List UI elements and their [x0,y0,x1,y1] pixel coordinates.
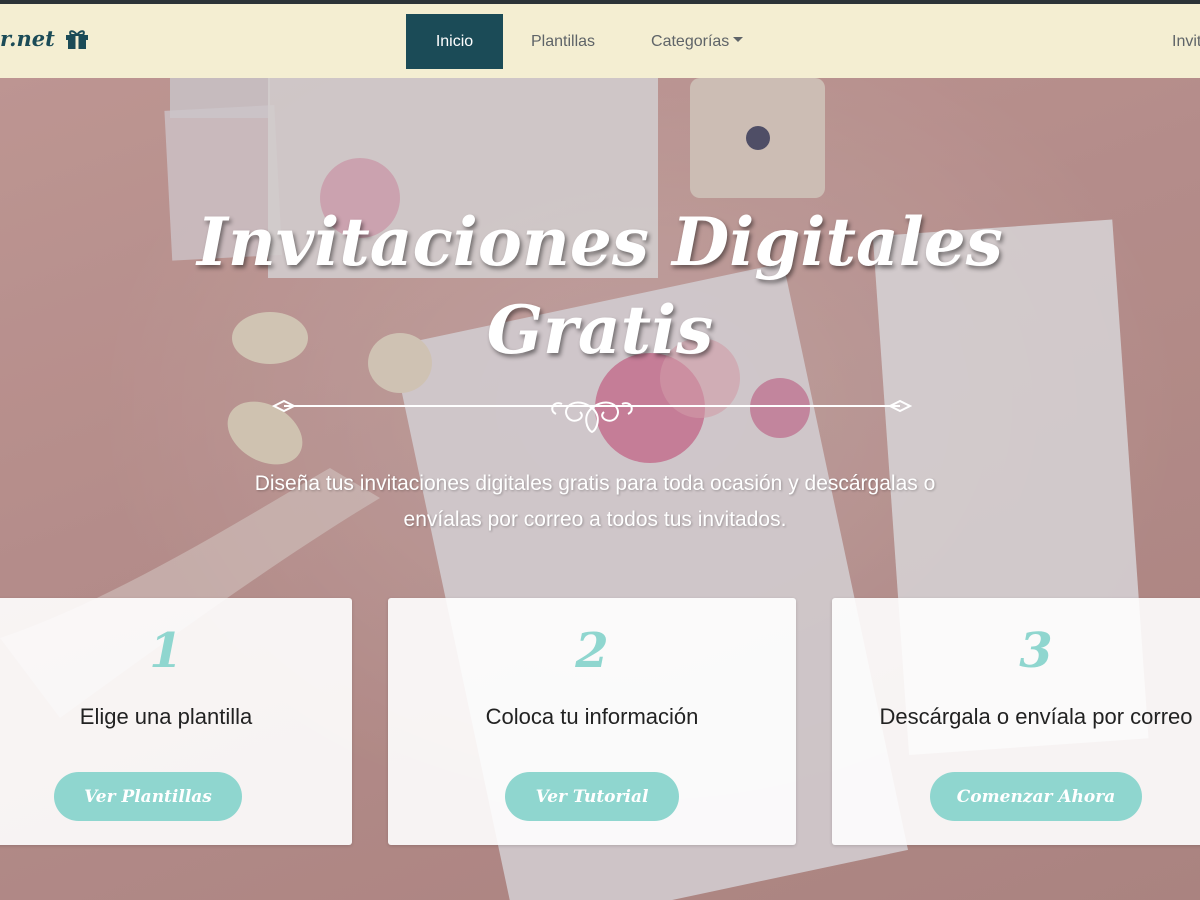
navbar: r.net Inicio Plantillas Categorías Invit [0,4,1200,78]
ornament-divider [272,399,912,434]
step-card-1: 1 Elige una plantilla Ver Plantillas [0,598,352,845]
nav-item-label: Plantillas [531,32,596,50]
step-number: 2 [575,623,609,679]
comenzar-ahora-button[interactable]: Comenzar Ahora [930,772,1142,821]
step-number: 3 [1019,623,1053,679]
nav-item-label: Inicio [435,32,474,50]
hero-subtitle: Diseña tus invitaciones digitales gratis… [190,466,1000,538]
step-card-3: 3 Descárgala o envíala por correo Comenz… [832,598,1200,845]
nav-item-inicio[interactable]: Inicio [406,14,503,69]
brand-text: r.net [0,26,55,51]
step-text: Descárgala o envíala por correo [879,704,1193,729]
step-text: Coloca tu información [485,704,699,729]
hero-subtitle-line: envíalas por correo a todos tus invitado… [403,508,787,531]
ver-plantillas-button[interactable]: Ver Plantillas [54,772,242,821]
nav-item-categorias[interactable]: Categorías [623,14,771,69]
nav-item-plantillas[interactable]: Plantillas [503,14,623,69]
nav-item-invitaciones[interactable]: Invit [1172,33,1200,51]
hero-title-line: Invitaciones Digitales [197,203,1003,281]
hero-title-line: Gratis [486,291,714,369]
main-nav: Inicio Plantillas Categorías [406,14,771,69]
hero-subtitle-line: Diseña tus invitaciones digitales gratis… [254,472,936,495]
hero-section: Invitaciones Digitales Gratis Diseña tus… [0,78,1200,900]
step-text: Elige una plantilla [79,704,253,729]
caret-down-icon [733,37,744,42]
brand-logo[interactable]: r.net [0,26,89,51]
ver-tutorial-button[interactable]: Ver Tutorial [505,772,679,821]
step-card-2: 2 Coloca tu información Ver Tutorial [388,598,796,845]
nav-item-label: Categorías [651,32,730,50]
step-number: 1 [149,623,183,679]
gift-icon [65,28,89,50]
hero-title: Invitaciones Digitales Gratis [150,198,1050,374]
